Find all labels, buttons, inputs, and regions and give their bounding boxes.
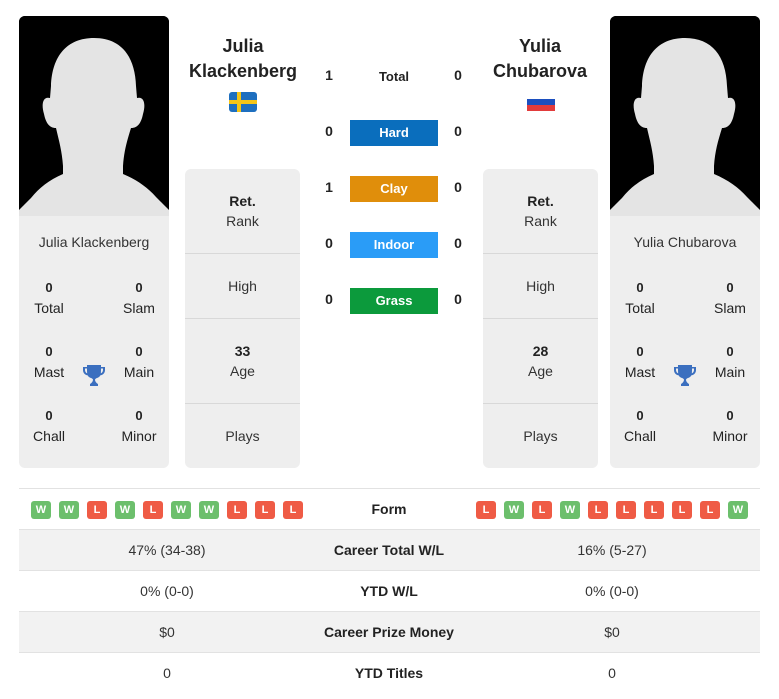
form-win-badge[interactable]: W <box>115 501 135 519</box>
form-loss-badge[interactable]: L <box>700 501 720 519</box>
rank-info: Ret. Rank <box>226 193 259 229</box>
form-loss-badge[interactable]: L <box>255 501 275 519</box>
form-win-badge[interactable]: W <box>728 501 748 519</box>
ytd-titles-p2: 0 <box>608 665 616 681</box>
h2h-indoor-p2: 0 <box>454 235 462 251</box>
divider <box>483 318 598 319</box>
form-loss-badge[interactable]: L <box>476 501 496 519</box>
titles-chall: 0 Chall <box>33 408 65 444</box>
player2-card-name[interactable]: Yulia Chubarova <box>610 234 760 250</box>
h2h-indoor-p1: 0 <box>325 235 333 251</box>
form-loss-badge[interactable]: L <box>227 501 247 519</box>
surface-hard-button[interactable]: Hard <box>350 120 438 146</box>
player2-info-panel: Ret. Rank High 28 Age Plays <box>483 169 598 468</box>
ytd-titles-label: YTD Titles <box>354 665 424 681</box>
ytd-wl-p1: 0% (0-0) <box>140 583 194 599</box>
player1-form: WWLWLWWLLL <box>31 501 303 519</box>
divider <box>185 253 300 254</box>
form-loss-badge[interactable]: L <box>143 501 163 519</box>
form-win-badge[interactable]: W <box>31 501 51 519</box>
divider <box>185 403 300 404</box>
surface-grass-button[interactable]: Grass <box>350 288 438 314</box>
h2h-hard-p1: 0 <box>325 123 333 139</box>
plays-info: Plays <box>225 428 260 444</box>
h2h-total-label: Total <box>378 69 410 84</box>
form-loss-badge[interactable]: L <box>532 501 552 519</box>
form-loss-badge[interactable]: L <box>672 501 692 519</box>
h2h-clay-p1: 1 <box>325 179 333 195</box>
prize-money-p2: $0 <box>604 624 620 640</box>
age-info: 28 Age <box>528 343 553 379</box>
h2h-hard-p2: 0 <box>454 123 462 139</box>
h2h-clay-p2: 0 <box>454 179 462 195</box>
form-label: Form <box>371 501 407 517</box>
form-row: WWLWLWWLLL Form LWLWLLLLLW <box>19 488 760 529</box>
form-win-badge[interactable]: W <box>59 501 79 519</box>
career-wl-p2: 16% (5-27) <box>577 542 647 558</box>
prize-money-label: Career Prize Money <box>324 624 454 640</box>
titles-main: 0 Main <box>714 344 746 380</box>
titles-minor: 0 Minor <box>712 408 748 444</box>
titles-mast: 0 Mast <box>624 344 656 380</box>
table-row: 0% (0-0) YTD W/L 0% (0-0) <box>19 570 760 611</box>
player1-info-panel: Ret. Rank High 33 Age Plays <box>185 169 300 468</box>
titles-total: 0 Total <box>625 280 655 316</box>
avatar-silhouette-icon <box>19 16 169 216</box>
player1-name-heading[interactable]: Julia Klackenberg <box>173 34 313 84</box>
player2-form: LWLWLLLLLW <box>476 501 748 519</box>
table-row: 0 YTD Titles 0 <box>19 652 760 693</box>
divider <box>185 318 300 319</box>
player1-photo <box>19 16 169 216</box>
player1-card-name[interactable]: Julia Klackenberg <box>19 234 169 250</box>
plays-info: Plays <box>523 428 558 444</box>
form-loss-badge[interactable]: L <box>616 501 636 519</box>
form-win-badge[interactable]: W <box>171 501 191 519</box>
prize-money-p1: $0 <box>159 624 175 640</box>
surface-clay-button[interactable]: Clay <box>350 176 438 202</box>
form-win-badge[interactable]: W <box>504 501 524 519</box>
titles-mast: 0 Mast <box>33 344 65 380</box>
h2h-total-p1: 1 <box>325 67 333 83</box>
avatar-silhouette-icon <box>610 16 760 216</box>
titles-slam: 0 Slam <box>123 280 155 316</box>
table-row: $0 Career Prize Money $0 <box>19 611 760 652</box>
trophy-icon <box>82 363 106 392</box>
high-info: High <box>526 278 555 294</box>
form-loss-badge[interactable]: L <box>644 501 664 519</box>
russia-flag-icon <box>527 98 555 117</box>
age-info: 33 Age <box>230 343 255 379</box>
divider <box>483 403 598 404</box>
form-win-badge[interactable]: W <box>199 501 219 519</box>
titles-main: 0 Main <box>123 344 155 380</box>
ytd-titles-p1: 0 <box>163 665 171 681</box>
player2-name-heading[interactable]: Yulia Chubarova <box>470 34 610 84</box>
ytd-wl-label: YTD W/L <box>360 583 418 599</box>
table-row: 47% (34-38) Career Total W/L 16% (5-27) <box>19 529 760 570</box>
surface-indoor-button[interactable]: Indoor <box>350 232 438 258</box>
career-wl-p1: 47% (34-38) <box>128 542 206 558</box>
titles-slam: 0 Slam <box>714 280 746 316</box>
divider <box>483 253 598 254</box>
form-win-badge[interactable]: W <box>560 501 580 519</box>
player1-card: Julia Klackenberg 0 Total 0 Slam 0 Mast … <box>19 16 169 468</box>
form-loss-badge[interactable]: L <box>87 501 107 519</box>
career-wl-label: Career Total W/L <box>333 542 445 558</box>
ytd-wl-p2: 0% (0-0) <box>585 583 639 599</box>
h2h-grass-p2: 0 <box>454 291 462 307</box>
titles-total: 0 Total <box>34 280 64 316</box>
h2h-total-p2: 0 <box>454 67 462 83</box>
rank-info: Ret. Rank <box>524 193 557 229</box>
sweden-flag-icon <box>229 92 257 117</box>
player2-photo <box>610 16 760 216</box>
trophy-icon <box>673 363 697 392</box>
titles-minor: 0 Minor <box>121 408 157 444</box>
high-info: High <box>228 278 257 294</box>
form-loss-badge[interactable]: L <box>588 501 608 519</box>
h2h-grass-p1: 0 <box>325 291 333 307</box>
titles-chall: 0 Chall <box>624 408 656 444</box>
player2-card: Yulia Chubarova 0 Total 0 Slam 0 Mast 0 … <box>610 16 760 468</box>
